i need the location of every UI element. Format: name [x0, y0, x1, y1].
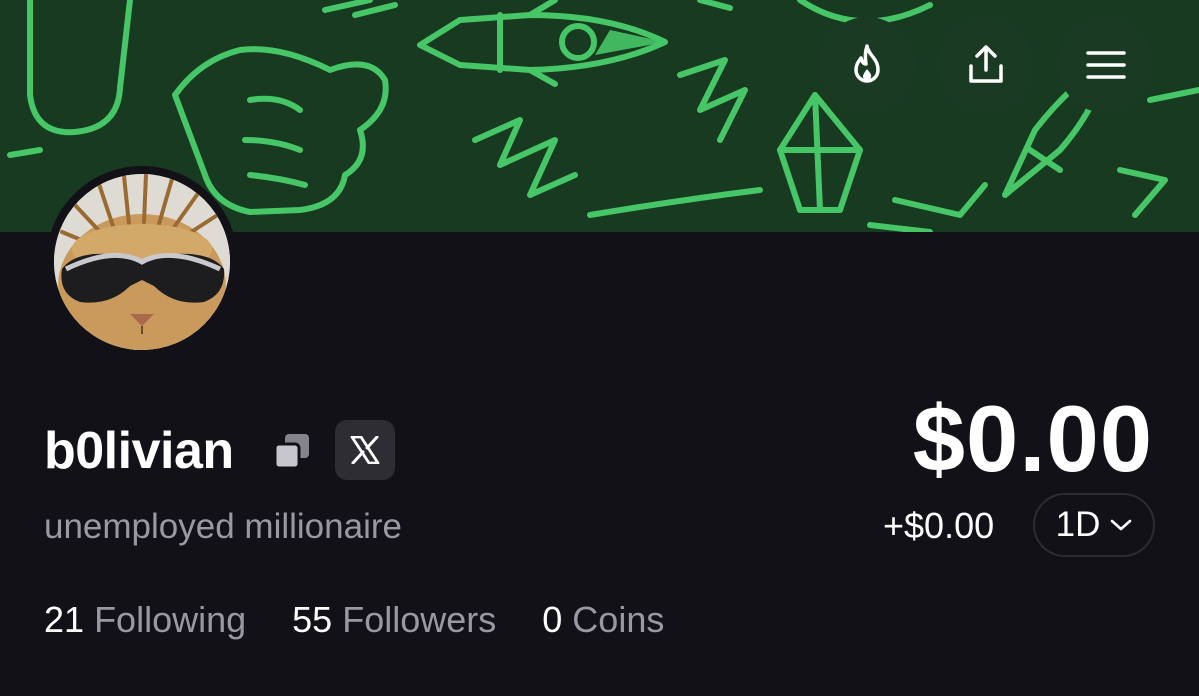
period-label: 1D: [1055, 505, 1101, 544]
portfolio-balance: $0.00: [912, 386, 1153, 491]
followers-label: Followers: [342, 599, 497, 640]
following-label: Following: [94, 599, 247, 640]
avatar-image: [54, 174, 230, 350]
share-button[interactable]: [938, 17, 1034, 113]
stat-followers[interactable]: 55 Followers: [292, 598, 496, 642]
flame-icon: [854, 44, 880, 83]
stat-following[interactable]: 21 Following: [44, 598, 246, 642]
period-dropdown[interactable]: 1D: [1033, 493, 1155, 557]
share-icon: [969, 45, 1003, 83]
flame-button[interactable]: [819, 17, 915, 113]
portfolio-change: +$0.00: [883, 505, 995, 546]
copy-icon: [273, 434, 309, 470]
stat-coins[interactable]: 0 Coins: [542, 598, 664, 642]
followers-count: 55: [292, 599, 333, 640]
following-count: 21: [44, 599, 85, 640]
x-logo-icon: [350, 436, 380, 464]
avatar[interactable]: [46, 166, 238, 358]
menu-button[interactable]: [1058, 17, 1154, 113]
copy-button[interactable]: [272, 432, 312, 477]
cat-sunglasses-icon: [54, 174, 230, 350]
profile-stats: 21 Following 55 Followers 0 Coins: [44, 598, 664, 642]
menu-icon: [1086, 51, 1126, 79]
coins-count: 0: [542, 599, 563, 640]
coins-label: Coins: [572, 599, 665, 640]
username: b0livian: [44, 422, 234, 480]
x-social-button[interactable]: [335, 420, 395, 480]
chevron-down-icon: [1111, 519, 1132, 531]
bio: unemployed millionaire: [44, 507, 402, 546]
